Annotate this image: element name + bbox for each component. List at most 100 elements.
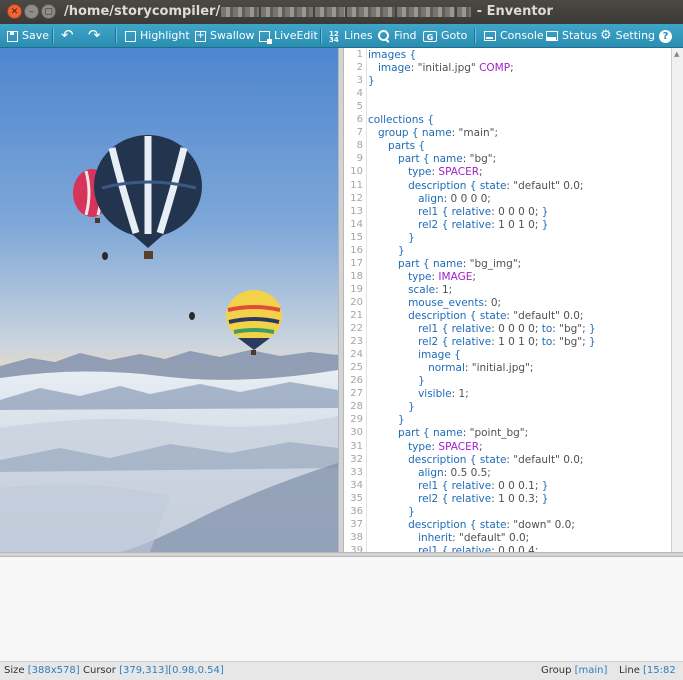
code-line[interactable]: } [368,401,415,413]
line-number: 32 [350,453,363,465]
code-line[interactable]: group { name: "main"; [368,127,498,139]
code-line[interactable]: part { name: "bg"; [368,153,496,165]
line-number: 30 [350,427,363,439]
cursor-status: Cursor [379,313][0.98,0.54] [83,665,224,676]
code-editor[interactable]: 1 2 3 4 5 6 7 8 9 10 11 12 13 14 15 16 17 18 19 20 21 22 23 24 2… [344,48,671,552]
code-line[interactable]: image: "initial.jpg" COMP; [368,62,514,74]
code-line[interactable]: rel1 { relative: 0 0 0 0; to: "bg"; } [368,323,596,335]
line-number: 11 [350,179,363,191]
status-bar: Size [388x578] Cursor [379,313][0.98,0.5… [0,661,683,680]
maximize-window-button[interactable]: ▢ [41,4,56,19]
minimize-window-button[interactable]: – [24,4,39,19]
help-button[interactable]: ? [659,24,672,47]
swallow-button[interactable]: + Swallow [195,24,255,47]
code-line[interactable]: collections { [368,114,434,126]
line-number: 2 [356,62,363,74]
code-line[interactable]: inherit: "default" 0.0; [368,532,529,544]
line-number: 37 [350,518,363,530]
code-line[interactable]: align: 0.5 0.5; [368,467,491,479]
code-line[interactable]: rel2 { relative: 1 0 1 0; to: "bg"; } [368,336,596,348]
code-line[interactable]: } [368,232,415,244]
code-line[interactable]: rel1 { relative: 0 0 0.1; } [368,480,548,492]
line-number: 25 [350,362,363,374]
code-line[interactable]: images { [368,49,416,61]
code-line[interactable]: rel1 { relative: 0 0 0.4; [368,545,538,552]
code-line[interactable]: part { name: "bg_img"; [368,258,521,270]
code-line[interactable]: image { [368,349,461,361]
console-icon [484,31,496,41]
swallow-icon: + [195,29,206,42]
line-number: 10 [350,166,363,178]
undo-button[interactable]: ↶ [61,24,74,47]
line-number: 34 [350,479,363,491]
line-number: 9 [356,153,363,165]
line-number: 1 [356,49,363,60]
code-line[interactable]: } [368,414,405,426]
line-number: 29 [350,414,363,426]
code-line[interactable]: type: IMAGE; [368,271,476,283]
line-number: 4 [356,88,363,100]
console-panel[interactable] [0,557,683,661]
code-line[interactable]: description { state: "default" 0.0; [368,454,583,466]
code-line[interactable]: scale: 1; [368,284,452,296]
line-number: 26 [350,375,363,387]
line-number: 20 [350,296,363,308]
code-line[interactable]: align: 0 0 0 0; [368,193,491,205]
line-number: 33 [350,466,363,478]
code-line[interactable]: } [368,75,375,87]
setting-button[interactable]: ⚙ Setting [600,24,655,47]
preview-image [0,48,338,552]
code-line[interactable]: } [368,245,405,257]
code-line[interactable]: } [368,506,415,518]
lines-button[interactable]: 12 34 Lines [329,24,373,47]
code-line[interactable]: parts { [368,140,425,152]
redo-icon: ↷ [88,26,101,44]
line-number: 36 [350,505,363,517]
close-window-button[interactable]: ✕ [7,4,22,19]
line-number: 17 [350,257,363,269]
code-line[interactable]: mouse_events: 0; [368,297,501,309]
goto-button[interactable]: G Goto [423,24,467,47]
line-number: 28 [350,401,363,413]
line-number: 5 [356,101,363,113]
code-line[interactable]: part { name: "point_bg"; [368,427,528,439]
window-title: /home/storycompiler/ - Enventor [64,4,553,19]
code-line[interactable]: type: SPACER; [368,166,483,178]
line-number: 22 [350,323,363,335]
line-number: 35 [350,492,363,504]
line-number: 12 [350,192,363,204]
gear-icon: ⚙ [600,28,612,43]
code-line[interactable]: type: SPACER; [368,441,483,453]
title-bar: ✕ – ▢ /home/storycompiler/ - Enventor [0,0,683,24]
code-line[interactable]: } [368,375,425,387]
code-line[interactable]: rel2 { relative: 1 0 0.3; } [368,493,548,505]
line-number-gutter: 1 2 3 4 5 6 7 8 9 10 11 12 13 14 15 16 17 18 19 20 21 22 23 24 2… [344,48,367,552]
line-number: 31 [350,440,363,452]
code-line[interactable]: rel2 { relative: 1 0 1 0; } [368,219,548,231]
code-line[interactable]: description { state: "default" 0.0; [368,180,583,192]
save-icon [7,30,18,42]
highlight-button[interactable]: Highlight [125,24,190,47]
highlight-icon [125,30,136,42]
live-preview[interactable] [0,48,338,552]
code-line[interactable]: description { state: "down" 0.0; [368,519,575,531]
line-number: 18 [350,270,363,282]
line-number: 15 [350,231,363,243]
liveedit-button[interactable]: LiveEdit [259,24,318,47]
console-button[interactable]: Console [484,24,544,47]
editor-scrollbar[interactable]: ▲ [671,48,683,552]
line-number: 38 [350,531,363,543]
save-button[interactable]: Save [7,24,49,47]
code-line[interactable]: visible: 1; [368,388,469,400]
line-number: 24 [350,349,363,361]
code-line[interactable]: description { state: "default" 0.0; [368,310,583,322]
code-line[interactable]: rel1 { relative: 0 0 0 0; } [368,206,548,218]
line-number: 39 [350,544,363,552]
status-button[interactable]: Status [546,24,597,47]
toolbar: Save ↶ ↷ Highlight + Swallow LiveEdit 12 3… [0,24,683,48]
line-number: 14 [350,218,363,230]
code-line[interactable]: normal: "initial.jpg"; [368,362,533,374]
redo-button[interactable]: ↷ [88,24,101,47]
find-button[interactable]: Find [378,24,417,47]
group-status: Group [main] [541,665,608,676]
